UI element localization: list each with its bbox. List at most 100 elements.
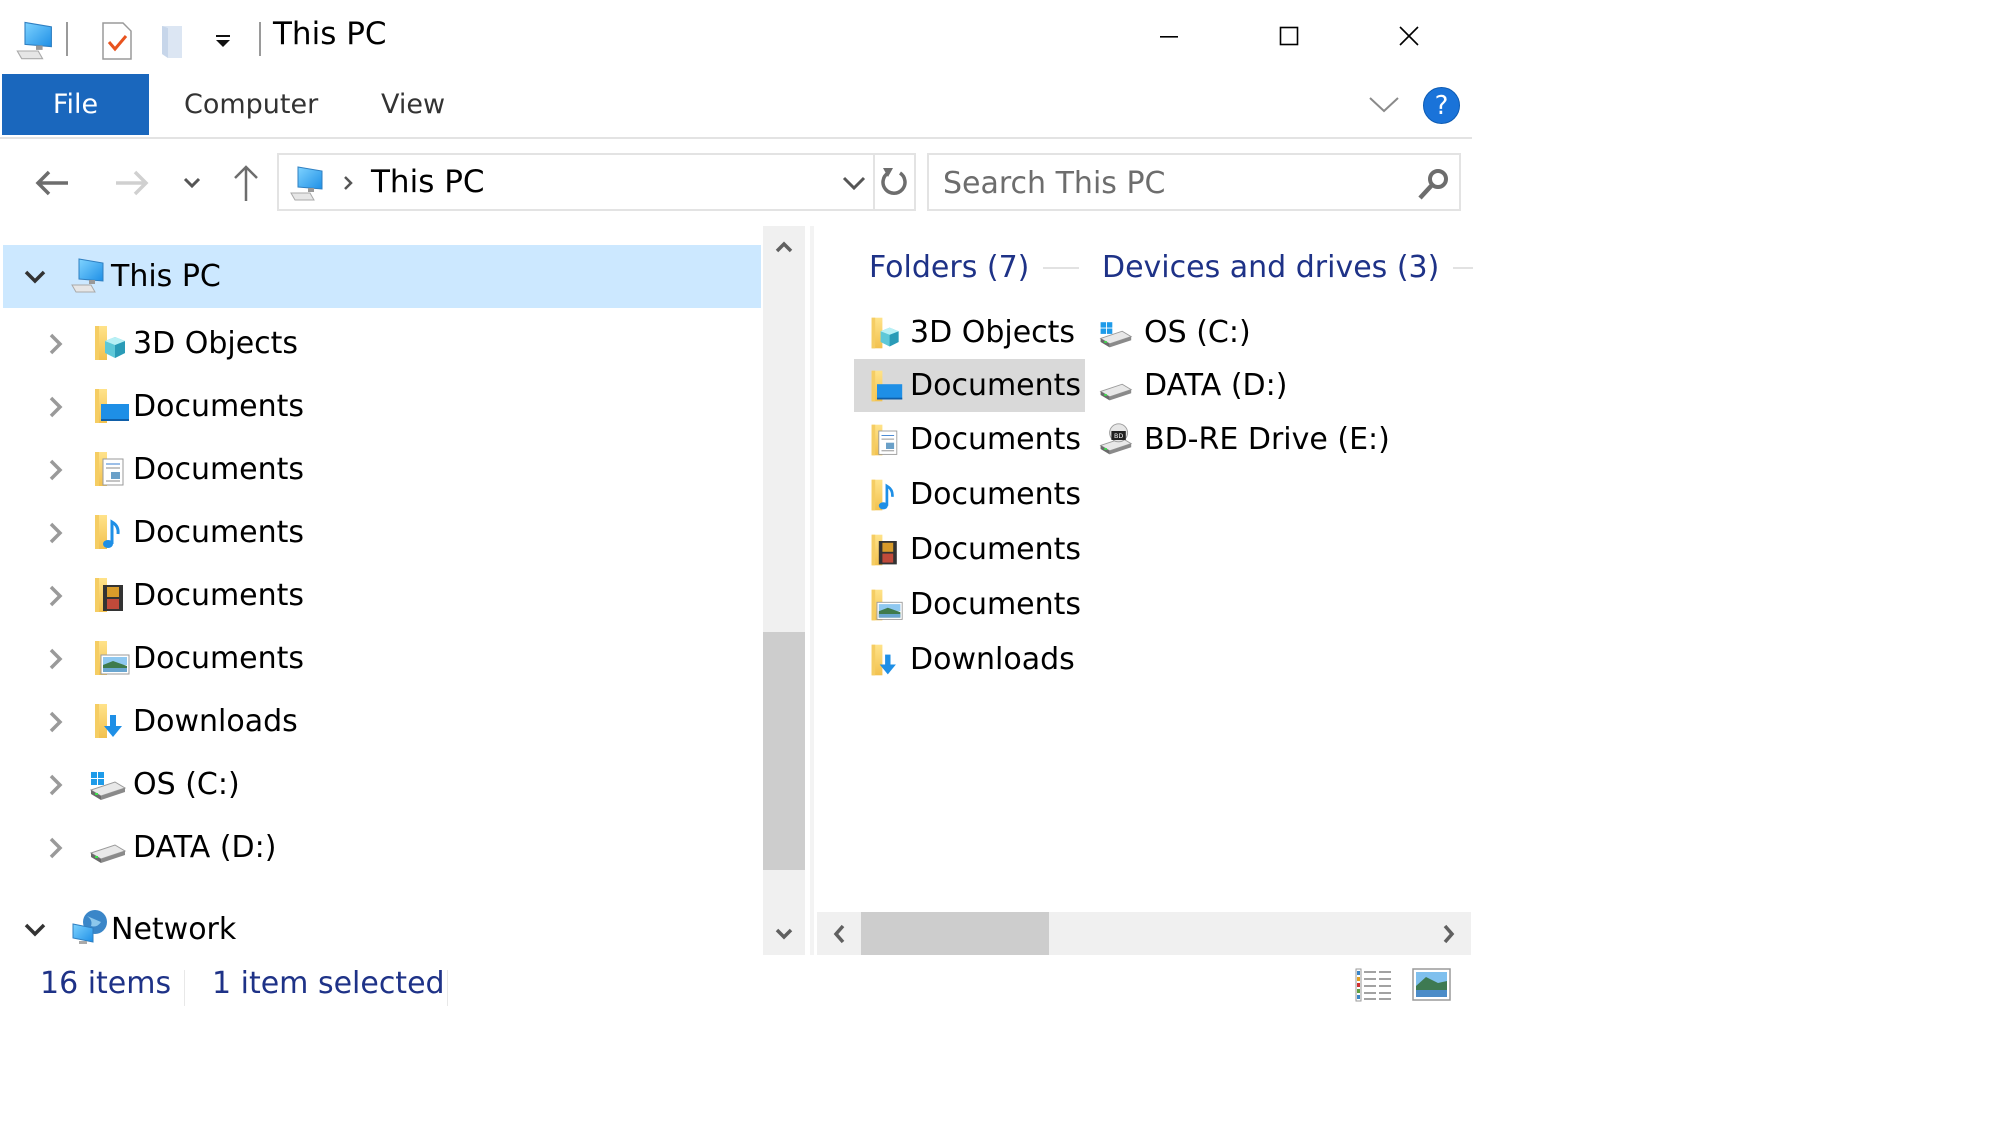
pane-splitter[interactable] (810, 226, 814, 955)
scrollbar-thumb[interactable] (861, 912, 1049, 955)
folder-item-3d-objects[interactable]: 3D Objects (854, 306, 1085, 359)
item-label: Documents (910, 532, 1082, 567)
group-header-devices[interactable]: Devices and drives (3) (1102, 250, 1474, 285)
up-button[interactable] (226, 160, 266, 206)
search-box[interactable] (927, 153, 1461, 211)
computer-icon (69, 255, 109, 295)
group-header-rule (1453, 266, 1474, 269)
folder-item-documents[interactable]: Documents (854, 523, 1085, 576)
status-separator (184, 970, 185, 1006)
item-label: OS (C:) (1144, 315, 1251, 350)
window-title: This PC (273, 16, 387, 52)
chevron-right-icon (1443, 924, 1455, 943)
title-separator (259, 22, 261, 56)
expand-chevron-icon[interactable] (43, 772, 69, 798)
svg-text:BD: BD (1114, 433, 1123, 440)
nav-item-documents[interactable]: Documents (3, 438, 761, 501)
arrow-right-icon (116, 170, 149, 196)
recent-locations-button[interactable] (178, 160, 206, 206)
nav-item-documents[interactable]: Documents (3, 501, 761, 564)
maximize-button[interactable] (1244, 8, 1334, 64)
drive-item-os-c[interactable]: OS (C:) (1086, 306, 1386, 359)
expand-chevron-icon[interactable] (43, 331, 69, 357)
nav-item-label: Network (111, 912, 237, 947)
expand-chevron-icon[interactable] (43, 646, 69, 672)
minimize-button[interactable] (1124, 8, 1214, 64)
maximize-icon (1279, 26, 1299, 46)
folder-item-documents[interactable]: Documents (854, 468, 1085, 521)
back-button[interactable] (30, 160, 74, 206)
qat-separator (66, 22, 68, 56)
expand-chevron-icon[interactable] (43, 835, 69, 861)
nav-item-documents[interactable]: Documents (3, 564, 761, 627)
scroll-down-button[interactable] (763, 913, 805, 955)
collapse-chevron-icon[interactable] (22, 264, 48, 290)
item-label: Documents (910, 587, 1082, 622)
expand-chevron-icon[interactable] (43, 709, 69, 735)
ribbon-divider (0, 137, 1472, 139)
nav-item-os-c[interactable]: OS (C:) (3, 753, 761, 816)
group-header-label: Folders (7) (869, 250, 1030, 285)
nav-item-label: Documents (133, 452, 305, 487)
address-dropdown-icon[interactable] (841, 175, 867, 193)
tab-file[interactable]: File (2, 74, 149, 135)
3d-objects-folder-icon (91, 323, 125, 363)
folder-item-downloads[interactable]: Downloads (854, 633, 1085, 686)
folder-item-documents[interactable]: Documents (854, 578, 1085, 631)
expand-chevron-icon[interactable] (43, 457, 69, 483)
nav-item-documents[interactable]: Documents (3, 375, 761, 438)
search-input[interactable] (943, 161, 1383, 205)
drive-item-data-d[interactable]: DATA (D:) (1086, 359, 1386, 412)
status-selection: 1 item selected (212, 966, 445, 1001)
nav-item-label: Downloads (133, 704, 298, 739)
drive-item-bd-re-e[interactable]: BD BD-RE Drive (E:) (1086, 413, 1390, 466)
large-icons-view-button[interactable] (1412, 967, 1452, 1003)
details-view-button[interactable] (1354, 967, 1394, 1003)
nav-item-this-pc[interactable]: This PC (3, 245, 761, 308)
content-horizontal-scrollbar[interactable] (817, 912, 1471, 955)
forward-button[interactable] (110, 160, 154, 206)
windows-drive-icon (1097, 322, 1133, 352)
scroll-up-button[interactable] (763, 226, 805, 268)
breadcrumb-this-pc[interactable]: This PC (371, 164, 485, 200)
nav-item-documents[interactable]: Documents (3, 627, 761, 690)
item-label: Documents (910, 422, 1082, 457)
refresh-button[interactable] (873, 153, 916, 211)
nav-pane-vertical-scrollbar[interactable] (763, 226, 805, 955)
expand-chevron-icon[interactable] (43, 520, 69, 546)
new-folder-icon[interactable] (160, 24, 186, 60)
scroll-left-button[interactable] (817, 912, 861, 955)
pictures-folder-icon (868, 586, 903, 624)
close-button[interactable] (1364, 8, 1454, 64)
scrollbar-thumb[interactable] (763, 632, 805, 870)
network-icon (72, 910, 107, 944)
expand-ribbon-button[interactable] (1366, 92, 1402, 118)
nav-item-downloads[interactable]: Downloads (3, 690, 761, 753)
help-button[interactable]: ? (1423, 87, 1460, 124)
nav-item-3d-objects[interactable]: 3D Objects (3, 312, 761, 375)
tab-view[interactable]: View (381, 74, 445, 135)
drive-icon (87, 827, 127, 867)
folder-item-documents[interactable]: Documents (854, 413, 1085, 466)
scroll-right-button[interactable] (1427, 912, 1471, 955)
tab-computer[interactable]: Computer (184, 74, 318, 135)
group-header-folders[interactable]: Folders (7) (869, 250, 1080, 285)
nav-item-data-d[interactable]: DATA (D:) (3, 816, 761, 879)
collapse-chevron-icon[interactable] (22, 917, 48, 943)
address-bar[interactable]: This PC (277, 153, 875, 211)
folder-item-documents[interactable]: Documents (854, 359, 1085, 412)
search-icon[interactable] (1417, 167, 1451, 201)
breadcrumb-separator-icon[interactable] (341, 173, 355, 193)
expand-chevron-icon[interactable] (43, 583, 69, 609)
help-icon: ? (1434, 90, 1449, 121)
qat-computer-icon[interactable] (14, 18, 58, 62)
expand-chevron-icon[interactable] (43, 394, 69, 420)
group-header-label: Devices and drives (3) (1102, 250, 1440, 285)
nav-item-label: Documents (133, 578, 305, 613)
nav-item-network[interactable]: Network (3, 898, 761, 961)
nav-item-label: Documents (133, 515, 305, 550)
3d-objects-folder-icon (868, 314, 899, 352)
customize-qat-icon[interactable] (212, 30, 234, 52)
properties-icon[interactable] (102, 22, 132, 60)
documents-folder-icon (91, 449, 124, 489)
